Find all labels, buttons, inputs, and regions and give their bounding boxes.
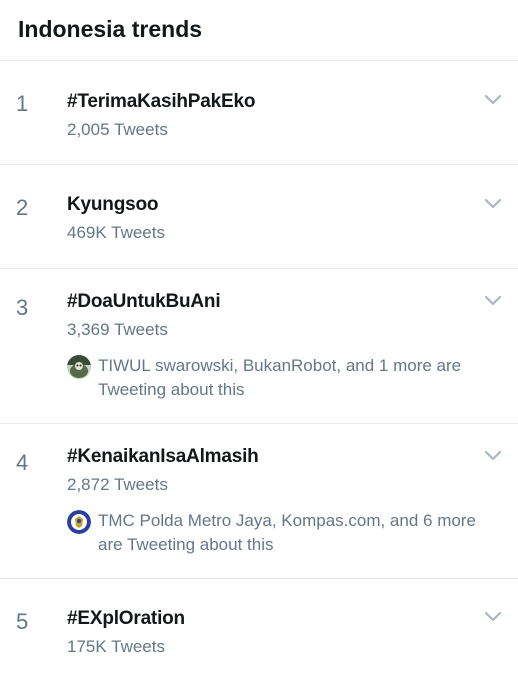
- trend-name: #TerimaKasihPakEko: [67, 91, 256, 112]
- trend-rank: 3: [16, 295, 29, 320]
- trend-rank: 2: [16, 195, 29, 220]
- trends-header: Indonesia trends: [0, 0, 518, 61]
- trend-tweet-count: 2,872 Tweets: [67, 475, 168, 494]
- trend-tweet-count: 469K Tweets: [67, 223, 165, 242]
- trend-context: TMC Polda Metro Jaya, Kompas.com, and 6 …: [67, 509, 494, 557]
- trend-context: TIWUL swarowski, BukanRobot, and 1 more …: [67, 354, 494, 402]
- user-avatar-icon: [67, 355, 91, 379]
- trend-item[interactable]: 1 #TerimaKasihPakEko 2,005 Tweets: [0, 61, 518, 165]
- trend-item[interactable]: 3 #DoaUntukBuAni 3,369 Tweets TIWUL swar…: [0, 269, 518, 424]
- chevron-down-icon[interactable]: [484, 198, 502, 210]
- trend-name: #DoaUntukBuAni: [67, 291, 221, 312]
- chevron-down-icon[interactable]: [484, 611, 502, 623]
- trend-context-text: TIWUL swarowski, BukanRobot, and 1 more …: [98, 356, 462, 399]
- trend-item[interactable]: 5 #EXplOration 175K Tweets: [0, 579, 518, 680]
- trend-name: #KenaikanIsaAlmasih: [67, 446, 259, 467]
- trend-context-text: TMC Polda Metro Jaya, Kompas.com, and 6 …: [98, 511, 476, 554]
- chevron-down-icon[interactable]: [484, 94, 502, 106]
- trend-tweet-count: 2,005 Tweets: [67, 120, 168, 139]
- trend-item[interactable]: 2 Kyungsoo 469K Tweets: [0, 165, 518, 269]
- trend-name: Kyungsoo: [67, 194, 159, 215]
- trend-tweet-count: 3,369 Tweets: [67, 320, 168, 339]
- page-title: Indonesia trends: [18, 16, 203, 42]
- trend-tweet-count: 175K Tweets: [67, 637, 165, 656]
- police-emblem-icon: [67, 510, 91, 534]
- trend-rank: 1: [16, 91, 29, 116]
- chevron-down-icon[interactable]: [484, 450, 502, 462]
- chevron-down-icon[interactable]: [484, 295, 502, 307]
- trend-item[interactable]: 4 #KenaikanIsaAlmasih 2,872 Tweets TMC P…: [0, 424, 518, 579]
- trend-rank: 4: [16, 450, 29, 475]
- trend-name: #EXplOration: [67, 608, 185, 629]
- trend-rank: 5: [16, 609, 29, 634]
